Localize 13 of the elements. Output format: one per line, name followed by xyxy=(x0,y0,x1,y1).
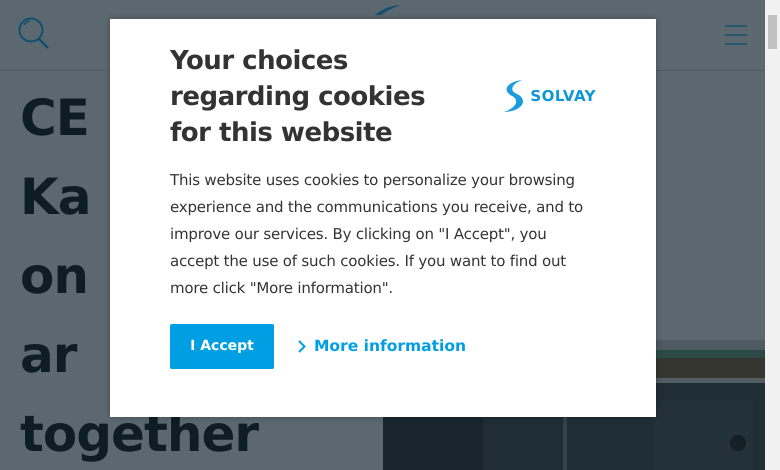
accept-button[interactable]: I Accept xyxy=(170,324,274,369)
headline-text: Ka xyxy=(20,172,90,222)
logo-text: SOLVAY xyxy=(530,86,596,107)
scrollbar[interactable] xyxy=(765,0,780,470)
menu-icon[interactable] xyxy=(725,24,747,46)
logo-icon[interactable] xyxy=(374,5,400,15)
headline-text: on xyxy=(20,251,88,301)
headline-text: ar xyxy=(20,330,76,380)
chevron-icon xyxy=(298,340,306,353)
dialog-text: This website uses cookies to personalize your browsing experience and the communications you receive, and to improve our services. By clicking on "I Accept", you accept the use of such cookies. If you want to find out more click "More information". xyxy=(170,170,584,299)
more-information-link[interactable]: More information xyxy=(298,334,466,358)
headline-text: CE xyxy=(20,93,89,143)
dialog-title: Your choices regarding cookies for this website xyxy=(170,45,426,150)
